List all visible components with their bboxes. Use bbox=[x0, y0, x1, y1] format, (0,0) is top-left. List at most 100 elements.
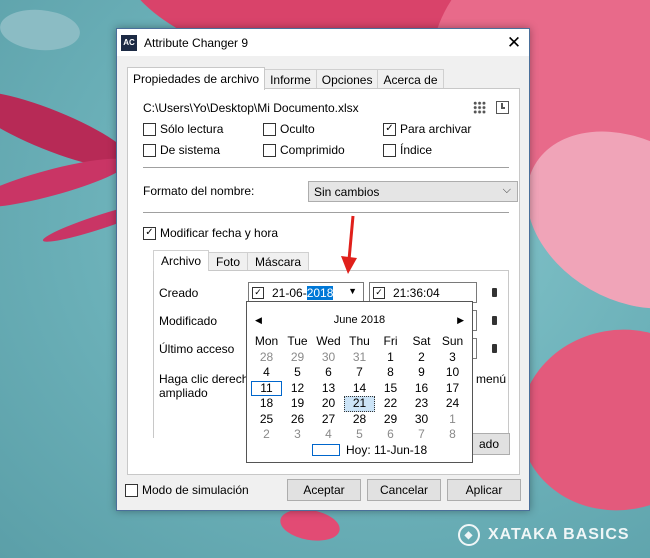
tab-foto[interactable]: Foto bbox=[208, 252, 249, 270]
calendar-day[interactable]: 27 bbox=[313, 412, 344, 428]
calendar-day[interactable]: 18 bbox=[251, 396, 282, 412]
calendar-day[interactable]: 24 bbox=[437, 396, 468, 412]
calendar-day[interactable]: 8 bbox=[437, 427, 468, 443]
calendar-day[interactable]: 23 bbox=[406, 396, 437, 412]
time-enabled-checkbox[interactable]: ✓ bbox=[373, 286, 385, 299]
apply-button[interactable]: Aplicar bbox=[447, 479, 521, 501]
checkbox-box[interactable] bbox=[125, 483, 138, 497]
checkbox-label: Oculto bbox=[280, 122, 315, 136]
creado-date-picker[interactable]: ✓ 21-06- 2018 ▼ bbox=[248, 282, 364, 303]
checkbox-box[interactable] bbox=[143, 143, 156, 157]
checkbox-box[interactable] bbox=[383, 143, 396, 157]
calendar-day[interactable]: 20 bbox=[313, 396, 344, 412]
tab-opciones[interactable]: Opciones bbox=[315, 69, 379, 89]
calendar-day[interactable]: 3 bbox=[282, 427, 313, 443]
calendar-day[interactable]: 29 bbox=[282, 350, 313, 366]
hint-line-2: ampliado bbox=[159, 386, 208, 400]
checkbox-indice[interactable]: Índice bbox=[383, 143, 432, 157]
checkbox-label: De sistema bbox=[160, 143, 221, 157]
checkbox-box-checked[interactable]: ✓ bbox=[143, 226, 156, 240]
checkbox-comprimido[interactable]: Comprimido bbox=[263, 143, 345, 157]
calendar-day[interactable]: 2 bbox=[406, 350, 437, 366]
title-bar[interactable]: AC Attribute Changer 9 ✕ bbox=[117, 29, 529, 56]
calendar-day[interactable]: 6 bbox=[375, 427, 406, 443]
weekday-header: Fri bbox=[383, 334, 398, 348]
hint-menu-suffix: menú bbox=[476, 372, 507, 386]
close-button[interactable]: ✕ bbox=[499, 29, 529, 56]
creado-label: Creado bbox=[159, 286, 199, 300]
date-prefix: 21-06- bbox=[272, 285, 307, 300]
calendar-day[interactable]: 28 bbox=[251, 350, 282, 366]
calendar-day[interactable]: 28 bbox=[344, 412, 375, 428]
calendar-today-link[interactable]: Hoy: 11-Jun-18 bbox=[312, 443, 427, 457]
creado-options-icon[interactable] bbox=[492, 288, 497, 297]
calendar-day[interactable]: 4 bbox=[251, 365, 282, 381]
calendar-day[interactable]: 5 bbox=[344, 427, 375, 443]
checkbox-modificar-fecha[interactable]: ✓ Modificar fecha y hora bbox=[143, 226, 278, 240]
calendar-month-label[interactable]: June 2018 bbox=[334, 314, 385, 326]
calendar-day[interactable]: 3 bbox=[437, 350, 468, 366]
calendar-day[interactable]: 7 bbox=[344, 365, 375, 381]
calendar-day[interactable]: 30 bbox=[406, 412, 437, 428]
file-path: C:\Users\Yo\Desktop\Mi Documento.xlsx bbox=[143, 101, 359, 115]
calendar-day[interactable]: 8 bbox=[375, 365, 406, 381]
checkbox-solo-lectura[interactable]: Sólo lectura bbox=[143, 122, 223, 136]
calendar-day[interactable]: 26 bbox=[282, 412, 313, 428]
calendar-day[interactable]: 12 bbox=[282, 381, 313, 397]
tab-propiedades[interactable]: Propiedades de archivo bbox=[127, 67, 266, 90]
calendar-day[interactable]: 30 bbox=[313, 350, 344, 366]
calendar-day[interactable]: 11 bbox=[251, 380, 282, 396]
calendar-day[interactable]: 5 bbox=[282, 365, 313, 381]
tab-mascara[interactable]: Máscara bbox=[247, 252, 310, 270]
calendar-day[interactable]: 29 bbox=[375, 412, 406, 428]
calendar-day[interactable]: 15 bbox=[375, 381, 406, 397]
calendar-day[interactable]: 16 bbox=[406, 381, 437, 397]
checkbox-para-archivar[interactable]: ✓ Para archivar bbox=[383, 122, 471, 136]
checkbox-box[interactable] bbox=[143, 122, 156, 136]
red-arrow-annotation bbox=[341, 215, 357, 274]
calendar-day[interactable]: 1 bbox=[437, 412, 468, 428]
calendar-day[interactable]: 9 bbox=[406, 365, 437, 381]
clock-icon[interactable] bbox=[496, 101, 509, 114]
weekday-header: Thu bbox=[349, 334, 370, 348]
cancel-button[interactable]: Cancelar bbox=[367, 479, 441, 501]
ultimo-acceso-options-icon[interactable] bbox=[492, 344, 497, 353]
dropdown-arrow-icon[interactable]: ▼ bbox=[348, 286, 357, 296]
name-format-value: Sin cambios bbox=[314, 184, 380, 199]
accept-button[interactable]: Aceptar bbox=[287, 479, 361, 501]
tab-acerca-de[interactable]: Acerca de bbox=[377, 69, 444, 89]
calendar-day[interactable]: 7 bbox=[406, 427, 437, 443]
calendar-day[interactable]: 10 bbox=[437, 365, 468, 381]
grid-view-icon[interactable] bbox=[473, 101, 486, 114]
calendar-day[interactable]: 13 bbox=[313, 381, 344, 397]
calendar-day[interactable]: 14 bbox=[344, 381, 375, 397]
calendar-day[interactable]: 31 bbox=[344, 350, 375, 366]
weekday-header: Sat bbox=[412, 334, 431, 348]
next-month-icon[interactable]: ▶ bbox=[457, 315, 464, 326]
calendar-day[interactable]: 25 bbox=[251, 412, 282, 428]
calendar-day[interactable]: 22 bbox=[375, 396, 406, 412]
date-enabled-checkbox[interactable]: ✓ bbox=[252, 286, 264, 299]
prev-month-icon[interactable]: ◀ bbox=[255, 315, 262, 326]
calendar-day[interactable]: 2 bbox=[251, 427, 282, 443]
calendar-day[interactable]: 21 bbox=[344, 396, 375, 412]
calendar-day[interactable]: 4 bbox=[313, 427, 344, 443]
checkbox-box[interactable] bbox=[263, 122, 276, 136]
modificado-options-icon[interactable] bbox=[492, 316, 497, 325]
tab-archivo[interactable]: Archivo bbox=[153, 250, 210, 271]
calendar-day[interactable]: 1 bbox=[375, 350, 406, 366]
creado-time-picker[interactable]: ✓ 21:36:04 bbox=[369, 282, 477, 303]
calendar-day[interactable]: 6 bbox=[313, 365, 344, 381]
weekday-header: Mon bbox=[254, 334, 279, 348]
checkbox-box[interactable] bbox=[263, 143, 276, 157]
calendar-day[interactable]: 17 bbox=[437, 381, 468, 397]
inner-tabs: Archivo Foto Máscara bbox=[153, 250, 310, 271]
tab-informe[interactable]: Informe bbox=[264, 69, 317, 89]
checkbox-modo-simulacion[interactable]: Modo de simulación bbox=[125, 483, 249, 497]
checkbox-de-sistema[interactable]: De sistema bbox=[143, 143, 220, 157]
calendar-day[interactable]: 19 bbox=[282, 396, 313, 412]
weekday-header: Tue bbox=[287, 334, 308, 348]
checkbox-box-checked[interactable]: ✓ bbox=[383, 122, 396, 136]
checkbox-oculto[interactable]: Oculto bbox=[263, 122, 315, 136]
name-format-select[interactable]: Sin cambios ⌵ bbox=[308, 181, 518, 202]
